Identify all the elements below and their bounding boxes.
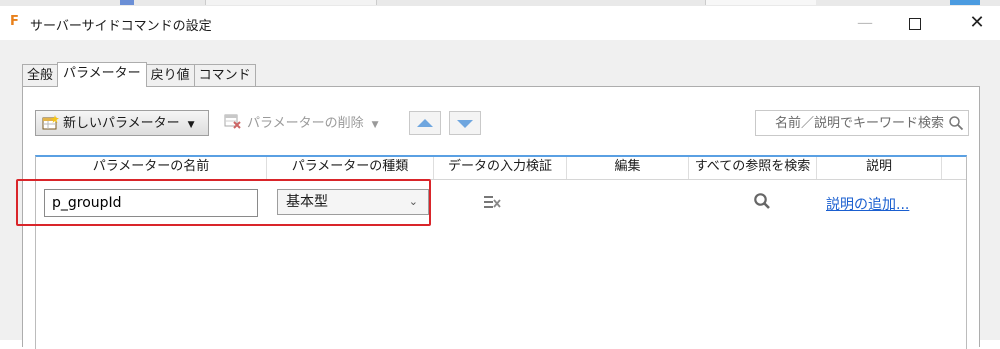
delete-parameter-button[interactable]: パラメーターの削除 ▼ [217,110,397,136]
maximize-button[interactable] [892,6,938,40]
tab-commands[interactable]: コマンド [193,64,256,86]
search-box [755,110,969,136]
new-parameter-label: 新しいパラメーター [63,116,180,131]
search-icon[interactable] [948,115,964,135]
parameter-name-field[interactable] [44,189,258,217]
parameter-type-value: 基本型 [286,194,328,210]
new-parameter-button[interactable]: 新しいパラメーター ▼ [35,110,209,136]
tab-strip: 全般 パラメーター 戻り値 コマンド [22,62,256,87]
arrow-up-icon [417,119,433,127]
column-header-type[interactable]: パラメーターの種類 [267,157,434,179]
background-tab [120,0,134,5]
tab-parameters[interactable]: パラメーター [57,62,147,87]
background-tab [950,0,980,5]
delete-parameter-label: パラメーターの削除 [247,116,364,131]
column-header-find-references[interactable]: すべての参照を検索 [689,157,817,179]
move-down-button[interactable] [449,111,481,135]
background-tab [205,0,377,5]
column-header-validation[interactable]: データの入力検証 [434,157,567,179]
app-icon: F [10,14,19,29]
window-title: サーバーサイドコマンドの設定 [30,19,212,34]
parameters-panel: 新しいパラメーター ▼ パラメーターの削除 ▼ 名前／説明でキーワード検索 パラ… [22,86,980,349]
chevron-down-icon[interactable]: ▼ [372,120,379,130]
toolbar: 新しいパラメーター ▼ パラメーターの削除 ▼ [35,110,969,140]
search-input[interactable] [760,113,944,133]
title-bar: F サーバーサイドコマンドの設定 — ✕ [0,6,1000,40]
dialog-body: 全般 パラメーター 戻り値 コマンド 新しいパラメーター ▼ パラメーターの削除… [0,40,1000,349]
maximize-icon [909,17,921,30]
table-row: 基本型 ⌄ 説明の追加... [36,181,966,221]
tab-general[interactable]: 全般 [22,64,59,86]
chevron-down-icon: ⌄ [408,195,418,208]
search-icon[interactable] [753,192,771,214]
close-button[interactable]: ✕ [954,6,1000,40]
validation-icon[interactable] [484,194,502,213]
parameter-type-select[interactable]: 基本型 ⌄ [277,189,429,215]
delete-parameter-icon [224,113,242,129]
move-up-button[interactable] [409,111,441,135]
add-description-link[interactable]: 説明の追加... [826,194,909,214]
grid-header: パラメーターの名前 パラメーターの種類 データの入力検証 編集 すべての参照を検… [36,157,966,180]
parameters-grid: パラメーターの名前 パラメーターの種類 データの入力検証 編集 すべての参照を検… [35,155,967,349]
new-parameter-icon [42,115,59,130]
arrow-down-icon [457,120,473,128]
column-header-name[interactable]: パラメーターの名前 [36,157,267,179]
minimize-button[interactable]: — [842,6,888,40]
column-header-description[interactable]: 説明 [817,157,942,179]
column-header-edit[interactable]: 編集 [567,157,689,179]
tab-return-value[interactable]: 戻り値 [145,64,195,86]
chevron-down-icon[interactable]: ▼ [188,120,195,130]
background-tab [705,0,816,5]
